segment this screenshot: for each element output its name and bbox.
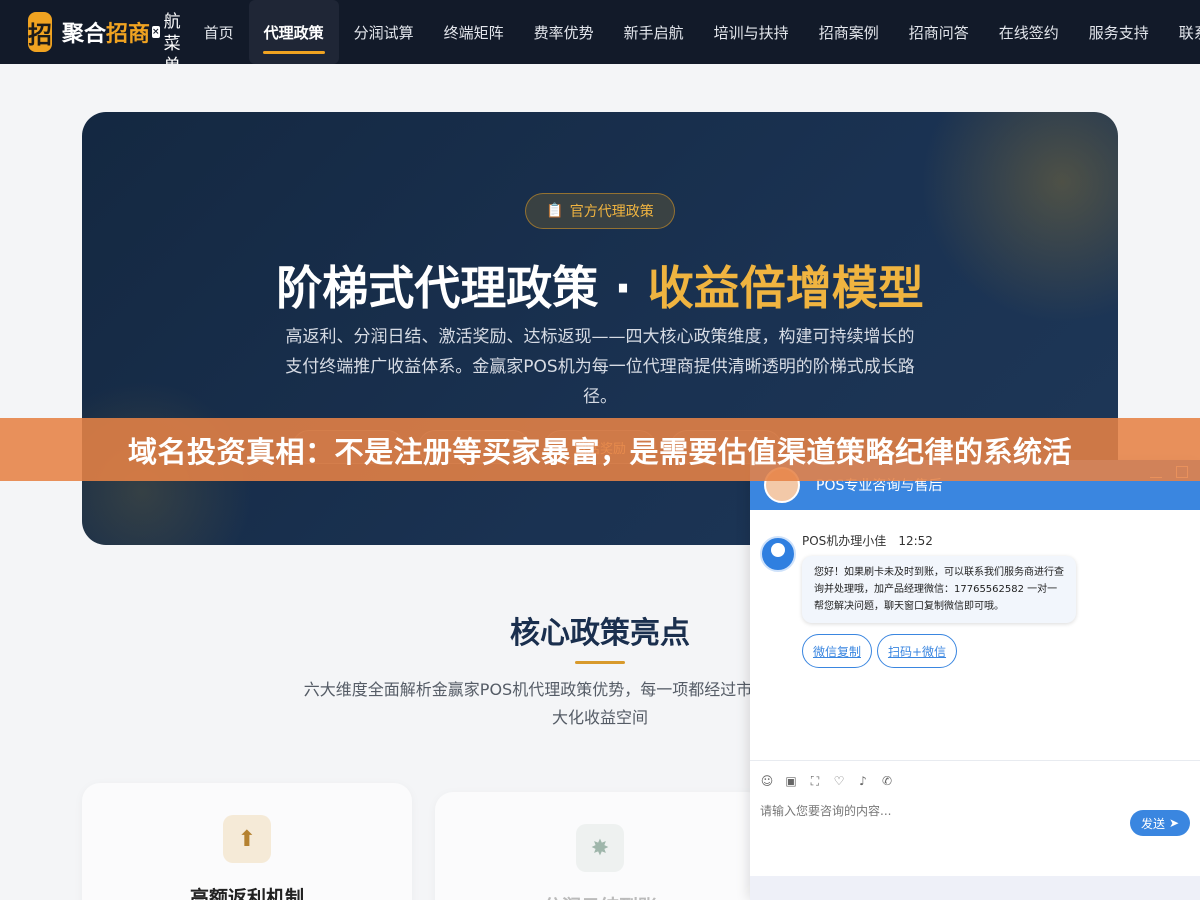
send-button[interactable]: 发送 ➤ (1130, 810, 1190, 836)
message-time: 12:52 (898, 534, 933, 548)
wechat-icon[interactable]: ✆ (880, 774, 894, 788)
nav-item[interactable]: 代理政策 (248, 0, 339, 64)
nav-item[interactable]: 分润试算 (339, 0, 429, 64)
logo-icon[interactable]: 招 (28, 12, 52, 52)
close-menu-icon[interactable]: × (152, 26, 160, 38)
image-icon[interactable]: ▣ (784, 774, 798, 788)
chat-toolbar: ☺ ▣ ⛶ ♡ ♪ ✆ (750, 760, 1200, 800)
nav-item[interactable]: 服务支持 (1074, 0, 1164, 64)
nav-item[interactable]: 费率优势 (519, 0, 609, 64)
clipboard-icon: 📋 (546, 203, 564, 219)
brand-name[interactable]: 聚合招商 (62, 16, 150, 48)
nav-item[interactable]: 培训与扶持 (699, 0, 804, 64)
policy-card-daily-settlement[interactable]: ✸ 分润日结到账 (435, 792, 765, 900)
arrow-up-icon: ⬆ (223, 815, 271, 863)
nav-item[interactable]: 首页 (189, 0, 249, 64)
copy-wechat-button[interactable]: 微信复制 (802, 634, 872, 668)
agent-name-row: POS机办理小佳 12:52 (802, 532, 933, 549)
chat-input[interactable]: 请输入您要咨询的内容... (760, 802, 891, 819)
send-icon: ➤ (1168, 816, 1180, 830)
hero-description: 高返利、分润日结、激活奖励、达标返现——四大核心政策维度，构建可持续增长的支付终… (285, 327, 915, 407)
send-button-label: 发送 (1140, 816, 1165, 831)
top-navigation: 招 聚合招商 × 航菜单 首页代理政策分润试算终端矩阵费率优势新手启航培训与扶持… (0, 0, 1200, 64)
overlay-banner: 域名投资真相：不是注册等买家暴富，是需要估值渠道策略纪律的系统活 (0, 418, 1200, 481)
policy-card-rebate[interactable]: ⬆ 高额返利机制 (82, 783, 412, 900)
nav-menu-label[interactable]: 航菜单 (164, 11, 181, 64)
sun-icon: ✸ (576, 824, 624, 872)
voice-icon[interactable]: ♪ (856, 774, 870, 788)
hero-title-main: 阶梯式代理政策 · (276, 261, 648, 315)
brand-name-part2: 招商 (106, 22, 151, 47)
nav-item[interactable]: 招商问答 (894, 0, 984, 64)
chat-widget: POS专业咨询与售后 POS机办理小佳 12:52 您好！如果刷卡未及时到账，可以… (750, 460, 1200, 900)
chat-message-bubble: 您好！如果刷卡未及时到账，可以联系我们服务商进行查询并处理哦，加产品经理微信：1… (802, 556, 1076, 623)
rating-icon[interactable]: ♡ (832, 774, 846, 788)
emoji-icon[interactable]: ☺ (760, 774, 774, 788)
screenshot-icon[interactable]: ⛶ (808, 774, 822, 788)
nav-item[interactable]: 联系 (1164, 0, 1200, 64)
policy-card-title: 分润日结到账 (435, 892, 765, 900)
nav-item[interactable]: 终端矩阵 (429, 0, 519, 64)
section-title-underline (575, 661, 625, 664)
chat-footer (750, 876, 1200, 900)
policy-badge-label: 官方代理政策 (569, 204, 654, 220)
nav-item[interactable]: 新手启航 (609, 0, 699, 64)
brand-name-part1: 聚合 (62, 22, 107, 47)
hero-title-accent: 收益倍增模型 (647, 261, 924, 315)
nav-items: 首页 代理政策 分润试算 终端矩阵 费率优势 新手启航 培训与扶持 招商案例 招商问答 在线签约服… (189, 0, 1200, 64)
agent-name: POS机办理小佳 (802, 534, 887, 548)
nav-item[interactable]: 在线签约 (984, 0, 1074, 64)
agent-avatar (760, 536, 796, 572)
hero-title: 阶梯式代理政策 · 收益倍增模型 (82, 252, 1118, 318)
policy-card-title: 高额返利机制 (189, 887, 304, 900)
nav-item[interactable]: 招商案例 (804, 0, 894, 64)
scan-wechat-button[interactable]: 扫码+微信 (877, 634, 957, 668)
policy-badge: 📋 官方代理政策 (525, 193, 675, 229)
